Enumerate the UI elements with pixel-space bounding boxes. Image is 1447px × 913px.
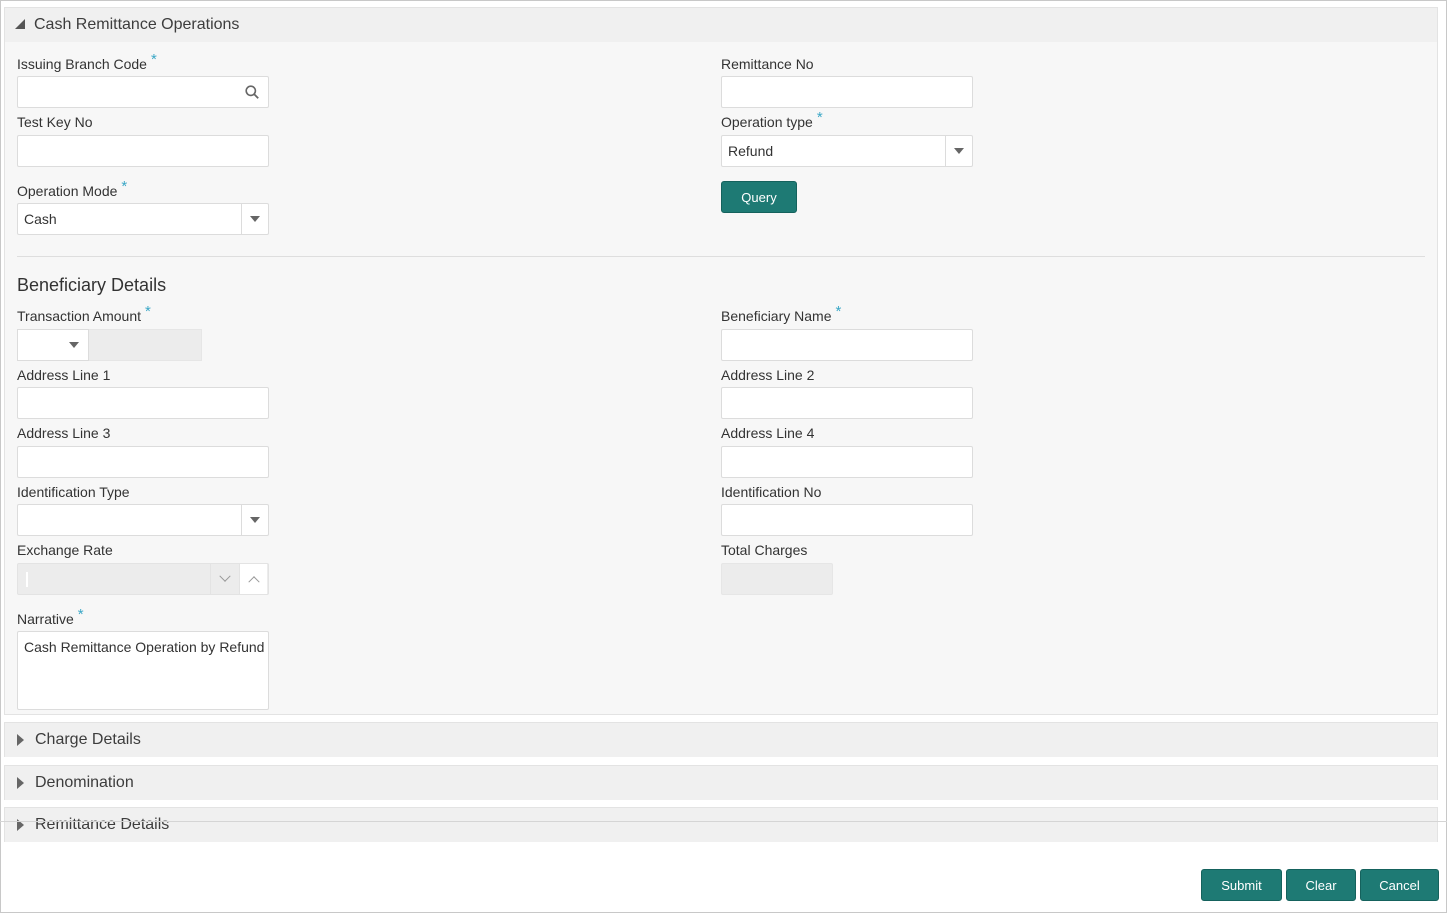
operation-mode-dropdown-arrow[interactable] xyxy=(241,204,268,234)
search-icon[interactable] xyxy=(245,85,259,99)
denomination-header[interactable]: Denomination xyxy=(5,766,1437,800)
operation-type-value: Refund xyxy=(728,143,774,159)
remittance-no-label: Remittance No xyxy=(721,56,814,72)
identification-type-dropdown-arrow[interactable] xyxy=(241,505,268,535)
expand-triangle-icon xyxy=(17,777,24,789)
narrative-label: Narrative * xyxy=(17,606,84,627)
submit-button[interactable]: Submit xyxy=(1201,869,1282,901)
text-cursor xyxy=(26,572,28,587)
address-line-4-label: Address Line 4 xyxy=(721,425,815,441)
beneficiary-name-label: Beneficiary Name * xyxy=(721,303,842,324)
identification-no-input[interactable] xyxy=(721,504,973,536)
beneficiary-name-input[interactable] xyxy=(721,329,973,361)
test-key-no-input[interactable] xyxy=(17,135,269,167)
transaction-amount-input[interactable] xyxy=(89,329,202,361)
operation-mode-label: Operation Mode * xyxy=(17,178,128,199)
chevron-up-icon xyxy=(247,576,260,588)
narrative-textarea[interactable]: Cash Remittance Operation by Refund xyxy=(17,631,269,710)
clear-button[interactable]: Clear xyxy=(1286,869,1356,901)
charge-details-panel: Charge Details xyxy=(4,722,1438,757)
caret-down-icon xyxy=(69,342,79,348)
operation-type-select[interactable]: Refund xyxy=(721,135,973,167)
transaction-amount-group xyxy=(17,329,202,361)
charge-details-title: Charge Details xyxy=(35,731,141,748)
operation-mode-value: Cash xyxy=(24,211,57,227)
address-line-2-input[interactable] xyxy=(721,387,973,419)
exchange-rate-increment-button[interactable] xyxy=(239,564,267,594)
identification-type-select[interactable] xyxy=(17,504,269,536)
address-line-3-input[interactable] xyxy=(17,446,269,478)
caret-down-icon xyxy=(250,216,260,222)
address-line-3-label: Address Line 3 xyxy=(17,425,111,441)
denomination-title: Denomination xyxy=(35,774,134,791)
transaction-amount-label: Transaction Amount * xyxy=(17,303,151,324)
exchange-rate-input[interactable] xyxy=(18,564,211,594)
remittance-details-header[interactable]: Remittance Details xyxy=(5,808,1437,842)
identification-type-label: Identification Type xyxy=(17,484,130,500)
test-key-no-label: Test Key No xyxy=(17,114,93,130)
transaction-currency-select[interactable] xyxy=(17,329,89,361)
remittance-details-title: Remittance Details xyxy=(35,816,170,833)
cash-remittance-operations-header[interactable]: Cash Remittance Operations xyxy=(5,8,1437,42)
chevron-down-icon xyxy=(219,570,231,582)
cancel-button[interactable]: Cancel xyxy=(1360,869,1439,901)
operation-type-dropdown-arrow[interactable] xyxy=(945,136,972,166)
total-charges-label: Total Charges xyxy=(721,542,808,558)
exchange-rate-stepper xyxy=(17,563,269,595)
panel-title: Cash Remittance Operations xyxy=(34,16,240,33)
identification-no-label: Identification No xyxy=(721,484,822,500)
exchange-rate-label: Exchange Rate xyxy=(17,542,113,558)
section-divider xyxy=(17,256,1425,257)
beneficiary-details-title: Beneficiary Details xyxy=(17,275,167,295)
charge-details-header[interactable]: Charge Details xyxy=(5,723,1437,757)
address-line-2-label: Address Line 2 xyxy=(721,367,815,383)
total-charges-input xyxy=(721,563,833,595)
caret-down-icon xyxy=(250,517,260,523)
footer-separator xyxy=(0,821,1447,822)
issuing-branch-code-input[interactable] xyxy=(17,76,269,108)
remittance-details-panel: Remittance Details xyxy=(4,807,1438,842)
expand-triangle-icon xyxy=(17,734,24,746)
issuing-branch-code-label: Issuing Branch Code * xyxy=(17,51,157,72)
address-line-1-label: Address Line 1 xyxy=(17,367,111,383)
address-line-1-input[interactable] xyxy=(17,387,269,419)
caret-down-icon xyxy=(954,148,964,154)
denomination-panel: Denomination xyxy=(4,765,1438,800)
collapse-triangle-icon xyxy=(15,19,25,29)
exchange-rate-decrement-button[interactable] xyxy=(211,564,239,594)
operation-mode-select[interactable]: Cash xyxy=(17,203,269,235)
address-line-4-input[interactable] xyxy=(721,446,973,478)
operation-type-label: Operation type * xyxy=(721,109,823,130)
query-button[interactable]: Query xyxy=(721,181,797,213)
remittance-no-input[interactable] xyxy=(721,76,973,108)
